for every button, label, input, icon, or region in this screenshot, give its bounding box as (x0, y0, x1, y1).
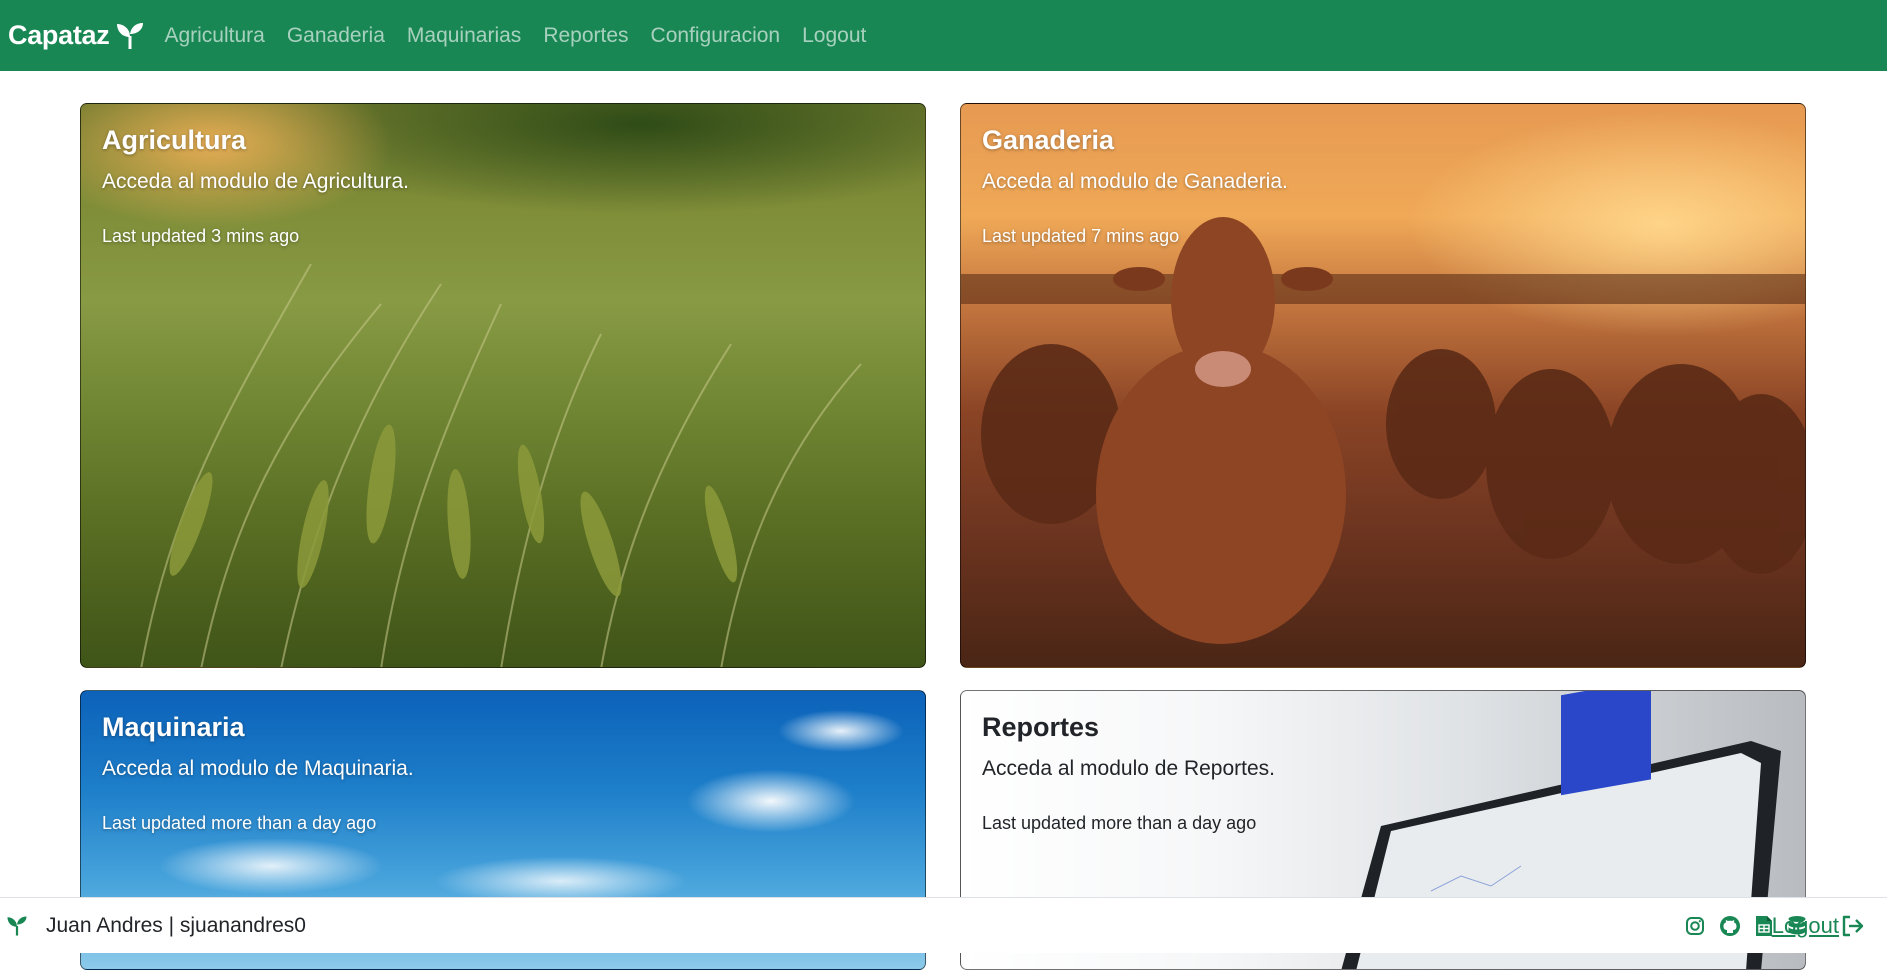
card-title: Ganaderia (982, 125, 1115, 155)
card-ganaderia[interactable]: Ganaderia Acceda al modulo de Ganaderia.… (960, 103, 1806, 668)
card-updated: Last updated more than a day ago (982, 812, 1257, 833)
footer-logout-label: Logout (1771, 912, 1839, 938)
nav-agricultura[interactable]: Agricultura (164, 24, 264, 48)
brand-name: Capataz (8, 20, 110, 50)
footer-user: Juan Andres | sjuanandres0 (46, 913, 306, 937)
card-updated: Last updated 3 mins ago (102, 225, 300, 246)
nav-maquinarias[interactable]: Maquinarias (407, 24, 521, 48)
card-text: Acceda al modulo de Reportes. (982, 757, 1276, 781)
card-title: Agricultura (102, 125, 247, 155)
card-text: Acceda al modulo de Maquinaria. (102, 757, 414, 781)
brand-link[interactable]: Capataz (8, 20, 145, 51)
seedling-icon (117, 22, 144, 49)
card-text: Acceda al modulo de Agricultura. (102, 170, 410, 194)
card-title: Reportes (982, 712, 1100, 742)
nav-logout[interactable]: Logout (802, 24, 866, 48)
navbar: Capataz Agricultura Ganaderia Maquinaria… (0, 0, 1887, 71)
instagram-icon[interactable] (1685, 916, 1705, 936)
seedling-icon (7, 915, 27, 936)
card-title: Maquinaria (102, 712, 245, 742)
card-body: Reportes Acceda al modulo de Reportes. L… (982, 711, 1275, 834)
card-text: Acceda al modulo de Ganaderia. (982, 170, 1288, 194)
card-body: Agricultura Acceda al modulo de Agricult… (102, 124, 409, 247)
card-updated: Last updated 7 mins ago (982, 225, 1180, 246)
nav-reportes[interactable]: Reportes (543, 24, 628, 48)
nav-ganaderia[interactable]: Ganaderia (287, 24, 385, 48)
card-agricultura[interactable]: Agricultura Acceda al modulo de Agricult… (80, 103, 926, 668)
footer: Juan Andres | sjuanandres0 Logout (0, 897, 1887, 953)
nav-configuracion[interactable]: Configuracion (651, 24, 781, 48)
card-body: Ganaderia Acceda al modulo de Ganaderia.… (982, 124, 1288, 247)
card-body: Maquinaria Acceda al modulo de Maquinari… (102, 711, 414, 834)
footer-logout-link[interactable]: Logout (1772, 913, 1865, 939)
github-icon[interactable] (1719, 915, 1741, 937)
spreadsheet-icon[interactable] (1755, 915, 1773, 937)
nav-links: Agricultura Ganaderia Maquinarias Report… (164, 24, 888, 48)
logout-icon (1842, 915, 1864, 936)
card-updated: Last updated more than a day ago (102, 812, 377, 833)
